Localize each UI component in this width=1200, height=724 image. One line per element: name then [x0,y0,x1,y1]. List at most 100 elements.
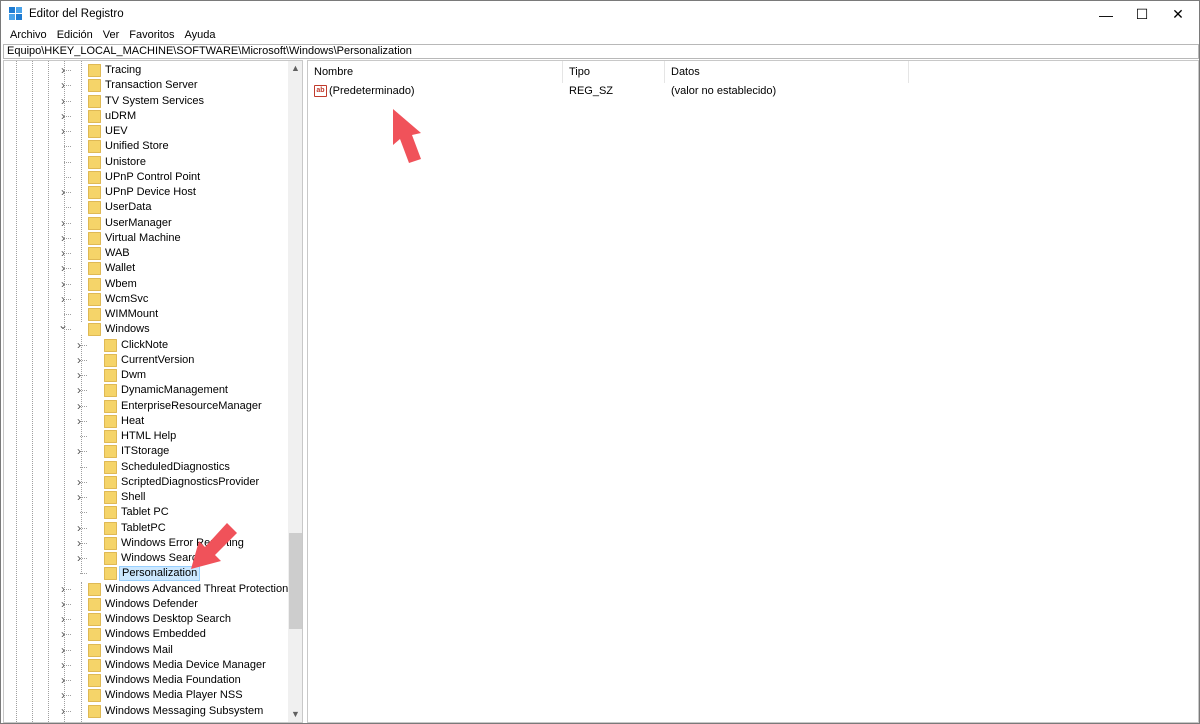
chevron-right-icon[interactable]: › [58,689,68,701]
tree-item[interactable]: HTML Help [4,429,288,444]
chevron-right-icon[interactable]: › [58,247,68,259]
tree-item[interactable]: ScheduledDiagnostics [4,460,288,475]
tree-item-label: Transaction Server [105,79,198,92]
chevron-right-icon[interactable]: › [74,552,84,564]
chevron-right-icon[interactable]: › [58,125,68,137]
tree-item[interactable]: › UPnP Device Host [4,185,288,200]
tree-item[interactable]: › Shell [4,490,288,505]
tree-item[interactable]: › Windows Error Reporting [4,536,288,551]
tree-item[interactable]: › Windows Media Device Manager [4,658,288,673]
chevron-right-icon[interactable]: › [58,674,68,686]
tree-item[interactable]: › Wallet [4,261,288,276]
value-row[interactable]: ab (Predeterminado) REG_SZ (valor no est… [308,83,1198,100]
menu-favoritos[interactable]: Favoritos [124,28,179,44]
annotation-arrow-icon [393,109,421,163]
folder-icon [88,277,101,291]
tree-scrollbar[interactable]: ▲ ▼ [288,61,302,722]
tree-item[interactable]: ⌄ Windows [4,319,288,337]
tree-item[interactable]: Unified Store [4,139,288,154]
tree-item[interactable]: › Windows Embedded [4,627,288,642]
tree-item[interactable]: › EnterpriseResourceManager [4,399,288,414]
chevron-right-icon[interactable]: › [58,278,68,290]
tree-item[interactable]: › DynamicManagement [4,383,288,398]
tree-item-label: Tracing [105,64,142,76]
tree-item[interactable]: › Heat [4,414,288,429]
chevron-down-icon[interactable]: ⌄ [58,319,68,331]
tree-item[interactable]: › uDRM [4,109,288,124]
menu-ver[interactable]: Ver [98,28,125,44]
chevron-right-icon[interactable]: › [58,598,68,610]
chevron-right-icon[interactable]: › [74,415,84,427]
chevron-right-icon[interactable]: › [58,613,68,625]
scroll-thumb[interactable] [289,533,302,629]
window-title: Editor del Registro [29,8,124,20]
tree-item[interactable]: › Windows Mail [4,643,288,658]
tree-item[interactable]: › Transaction Server [4,78,288,93]
chevron-right-icon[interactable]: › [74,491,84,503]
column-tipo[interactable]: Tipo [563,61,665,83]
scroll-up-icon[interactable]: ▲ [288,61,302,76]
tree-item[interactable]: › Windows Search [4,551,288,566]
tree-item[interactable]: › Dwm [4,368,288,383]
tree-item[interactable]: › Windows Desktop Search [4,612,288,627]
chevron-right-icon[interactable]: › [74,354,84,366]
tree-item[interactable]: › ScriptedDiagnosticsProvider [4,475,288,490]
tree-item[interactable]: › UEV [4,124,288,139]
chevron-right-icon[interactable]: › [74,384,84,396]
chevron-right-icon[interactable]: › [58,628,68,640]
chevron-right-icon[interactable]: › [58,232,68,244]
chevron-right-icon[interactable]: › [74,339,84,351]
tree-branch-line [64,176,71,178]
tree-item[interactable]: UPnP Control Point [4,170,288,185]
column-nombre[interactable]: Nombre [308,61,563,83]
address-bar[interactable]: Equipo\HKEY_LOCAL_MACHINE\SOFTWARE\Micro… [3,44,1199,59]
chevron-right-icon[interactable]: › [74,445,84,457]
tree-item[interactable]: › Windows Media Player NSS [4,688,288,703]
menu-edicion[interactable]: Edición [52,28,98,44]
chevron-right-icon[interactable]: › [58,110,68,122]
scroll-down-icon[interactable]: ▼ [288,707,302,722]
chevron-right-icon[interactable]: › [58,79,68,91]
chevron-right-icon[interactable]: › [58,293,68,305]
tree-item[interactable]: WIMMount [4,307,288,322]
tree-item[interactable]: Tablet PC [4,505,288,520]
chevron-right-icon[interactable]: › [74,476,84,488]
tree-item[interactable]: › TabletPC [4,521,288,536]
tree-item[interactable]: › CurrentVersion [4,353,288,368]
chevron-right-icon[interactable]: › [58,64,68,76]
close-button[interactable]: ✕ [1155,1,1200,28]
chevron-right-icon[interactable]: › [58,186,68,198]
tree-item[interactable]: › Windows Advanced Threat Protection [4,582,288,597]
tree-item-label: Windows Media Foundation [105,674,241,686]
tree-item[interactable]: Personalization [4,566,288,582]
tree-item[interactable]: › Wbem [4,277,288,292]
menu-ayuda[interactable]: Ayuda [180,28,221,44]
tree-item[interactable]: › WcmSvc [4,292,288,307]
tree-item[interactable]: › ClickNote [4,338,288,353]
chevron-right-icon[interactable]: › [58,644,68,656]
tree-item[interactable]: UserData [4,200,288,215]
tree-branch-line [80,466,87,468]
column-datos[interactable]: Datos [665,61,909,83]
tree-item[interactable]: › Tracing [4,63,288,78]
tree-item[interactable]: › ITStorage [4,444,288,459]
chevron-right-icon[interactable]: › [58,95,68,107]
tree-item[interactable]: › Windows Messaging Subsystem [4,704,288,719]
chevron-right-icon[interactable]: › [74,522,84,534]
tree-item[interactable]: › Windows Defender [4,597,288,612]
tree-item[interactable]: › WAB [4,246,288,261]
chevron-right-icon[interactable]: › [58,705,68,717]
chevron-right-icon[interactable]: › [74,400,84,412]
tree-item[interactable]: › UserManager [4,216,288,231]
chevron-right-icon[interactable]: › [74,537,84,549]
chevron-right-icon[interactable]: › [58,583,68,595]
tree-item[interactable]: › TV System Services [4,94,288,109]
chevron-right-icon[interactable]: › [74,369,84,381]
tree-item[interactable]: › Windows Media Foundation [4,673,288,688]
chevron-right-icon[interactable]: › [58,217,68,229]
tree-item[interactable]: › Virtual Machine [4,231,288,246]
menu-archivo[interactable]: Archivo [5,28,52,44]
tree-item[interactable]: Unistore [4,155,288,170]
chevron-right-icon[interactable]: › [58,262,68,274]
chevron-right-icon[interactable]: › [58,659,68,671]
